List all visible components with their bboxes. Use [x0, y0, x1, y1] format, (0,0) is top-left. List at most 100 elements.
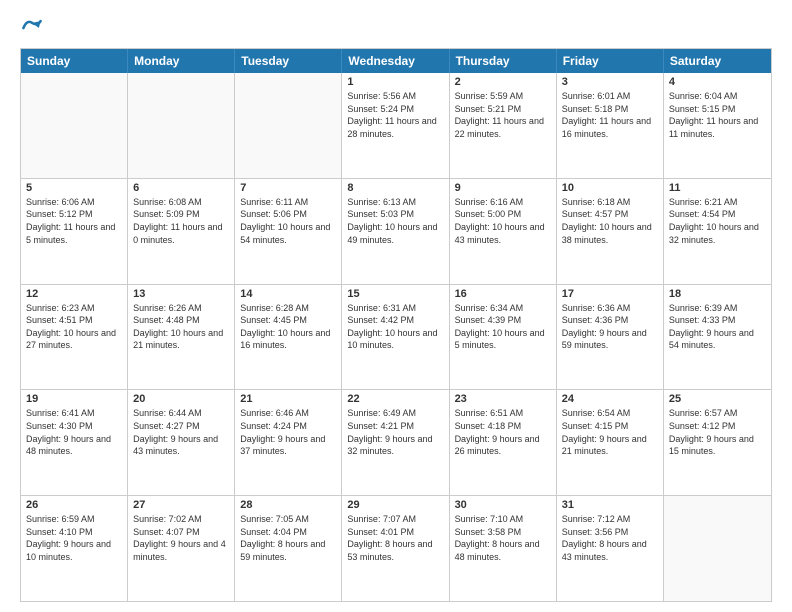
- calendar-cell: 22Sunrise: 6:49 AM Sunset: 4:21 PM Dayli…: [342, 390, 449, 495]
- cell-date: 21: [240, 393, 336, 405]
- calendar-cell: 25Sunrise: 6:57 AM Sunset: 4:12 PM Dayli…: [664, 390, 771, 495]
- calendar-cell: 2 Sunrise: 5:59 AM Sunset: 5:21 PM Daylig…: [450, 73, 557, 178]
- cell-info: Sunrise: 6:34 AM Sunset: 4:39 PM Dayligh…: [455, 302, 551, 352]
- day-header-saturday: Saturday: [664, 49, 771, 73]
- cell-date: 31: [562, 499, 658, 511]
- cell-date: 27: [133, 499, 229, 511]
- cell-date: 17: [562, 288, 658, 300]
- calendar-cell: [235, 73, 342, 178]
- cell-info: Sunrise: 6:04 AM Sunset: 5:15 PM Dayligh…: [669, 90, 766, 140]
- cell-info: Sunrise: 6:39 AM Sunset: 4:33 PM Dayligh…: [669, 302, 766, 352]
- cell-date: 24: [562, 393, 658, 405]
- cell-info: Sunrise: 6:11 AM Sunset: 5:06 PM Dayligh…: [240, 196, 336, 246]
- cell-date: 26: [26, 499, 122, 511]
- cell-date: 30: [455, 499, 551, 511]
- header: [20, 16, 772, 40]
- cell-date: 14: [240, 288, 336, 300]
- day-header-wednesday: Wednesday: [342, 49, 449, 73]
- cell-info: Sunrise: 5:59 AM Sunset: 5:21 PM Dayligh…: [455, 90, 551, 140]
- day-header-tuesday: Tuesday: [235, 49, 342, 73]
- calendar-cell: 6 Sunrise: 6:08 AM Sunset: 5:09 PM Daylig…: [128, 179, 235, 284]
- logo-icon: [20, 16, 44, 40]
- calendar-cell: 26 Sunrise: 6:59 AM Sunset: 4:10 PM Dayli…: [21, 496, 128, 601]
- calendar-cell: 7 Sunrise: 6:11 AM Sunset: 5:06 PM Daylig…: [235, 179, 342, 284]
- calendar-cell: 27 Sunrise: 7:02 AM Sunset: 4:07 PM Dayli…: [128, 496, 235, 601]
- calendar-header: SundayMondayTuesdayWednesdayThursdayFrid…: [21, 49, 771, 73]
- calendar-cell: [664, 496, 771, 601]
- cell-info: Sunrise: 6:44 AM Sunset: 4:27 PM Dayligh…: [133, 407, 229, 457]
- cell-info: Sunrise: 6:36 AM Sunset: 4:36 PM Dayligh…: [562, 302, 658, 352]
- cell-date: 28: [240, 499, 336, 511]
- cell-date: 16: [455, 288, 551, 300]
- cell-date: 3: [562, 76, 658, 88]
- cell-date: 13: [133, 288, 229, 300]
- cell-info: Sunrise: 7:05 AM Sunset: 4:04 PM Dayligh…: [240, 513, 336, 563]
- cell-info: Sunrise: 6:13 AM Sunset: 5:03 PM Dayligh…: [347, 196, 443, 246]
- calendar-cell: 14Sunrise: 6:28 AM Sunset: 4:45 PM Dayli…: [235, 285, 342, 390]
- day-header-thursday: Thursday: [450, 49, 557, 73]
- calendar-cell: 15Sunrise: 6:31 AM Sunset: 4:42 PM Dayli…: [342, 285, 449, 390]
- calendar-cell: 18 Sunrise: 6:39 AM Sunset: 4:33 PM Dayli…: [664, 285, 771, 390]
- cell-date: 9: [455, 182, 551, 194]
- cell-date: 10: [562, 182, 658, 194]
- day-header-friday: Friday: [557, 49, 664, 73]
- cell-info: Sunrise: 7:02 AM Sunset: 4:07 PM Dayligh…: [133, 513, 229, 563]
- calendar-cell: 5Sunrise: 6:06 AM Sunset: 5:12 PM Daylig…: [21, 179, 128, 284]
- calendar-cell: 30 Sunrise: 7:10 AM Sunset: 3:58 PM Dayli…: [450, 496, 557, 601]
- cell-date: 7: [240, 182, 336, 194]
- cell-date: 23: [455, 393, 551, 405]
- calendar-cell: 17 Sunrise: 6:36 AM Sunset: 4:36 PM Dayli…: [557, 285, 664, 390]
- calendar-cell: 12Sunrise: 6:23 AM Sunset: 4:51 PM Dayli…: [21, 285, 128, 390]
- logo: [20, 16, 48, 40]
- cell-date: 29: [347, 499, 443, 511]
- calendar-cell: 9 Sunrise: 6:16 AM Sunset: 5:00 PM Daylig…: [450, 179, 557, 284]
- calendar-cell: 11 Sunrise: 6:21 AM Sunset: 4:54 PM Dayli…: [664, 179, 771, 284]
- calendar-cell: 31 Sunrise: 7:12 AM Sunset: 3:56 PM Dayli…: [557, 496, 664, 601]
- calendar-row-1: 5Sunrise: 6:06 AM Sunset: 5:12 PM Daylig…: [21, 178, 771, 284]
- calendar-row-3: 19Sunrise: 6:41 AM Sunset: 4:30 PM Dayli…: [21, 389, 771, 495]
- calendar: SundayMondayTuesdayWednesdayThursdayFrid…: [20, 48, 772, 602]
- calendar-cell: 19Sunrise: 6:41 AM Sunset: 4:30 PM Dayli…: [21, 390, 128, 495]
- calendar-cell: 3 Sunrise: 6:01 AM Sunset: 5:18 PM Daylig…: [557, 73, 664, 178]
- calendar-row-0: 1Sunrise: 5:56 AM Sunset: 5:24 PM Daylig…: [21, 73, 771, 178]
- cell-info: Sunrise: 6:16 AM Sunset: 5:00 PM Dayligh…: [455, 196, 551, 246]
- cell-info: Sunrise: 6:54 AM Sunset: 4:15 PM Dayligh…: [562, 407, 658, 457]
- cell-info: Sunrise: 6:49 AM Sunset: 4:21 PM Dayligh…: [347, 407, 443, 457]
- cell-info: Sunrise: 6:08 AM Sunset: 5:09 PM Dayligh…: [133, 196, 229, 246]
- cell-info: Sunrise: 6:59 AM Sunset: 4:10 PM Dayligh…: [26, 513, 122, 563]
- cell-info: Sunrise: 6:51 AM Sunset: 4:18 PM Dayligh…: [455, 407, 551, 457]
- calendar-cell: 13 Sunrise: 6:26 AM Sunset: 4:48 PM Dayli…: [128, 285, 235, 390]
- cell-date: 6: [133, 182, 229, 194]
- cell-info: Sunrise: 6:23 AM Sunset: 4:51 PM Dayligh…: [26, 302, 122, 352]
- cell-date: 4: [669, 76, 766, 88]
- calendar-cell: 16 Sunrise: 6:34 AM Sunset: 4:39 PM Dayli…: [450, 285, 557, 390]
- calendar-cell: [128, 73, 235, 178]
- calendar-cell: 28 Sunrise: 7:05 AM Sunset: 4:04 PM Dayli…: [235, 496, 342, 601]
- cell-date: 25: [669, 393, 766, 405]
- calendar-cell: 21 Sunrise: 6:46 AM Sunset: 4:24 PM Dayli…: [235, 390, 342, 495]
- cell-date: 1: [347, 76, 443, 88]
- cell-date: 5: [26, 182, 122, 194]
- page: SundayMondayTuesdayWednesdayThursdayFrid…: [0, 0, 792, 612]
- calendar-cell: 8 Sunrise: 6:13 AM Sunset: 5:03 PM Daylig…: [342, 179, 449, 284]
- calendar-cell: 4 Sunrise: 6:04 AM Sunset: 5:15 PM Daylig…: [664, 73, 771, 178]
- cell-date: 19: [26, 393, 122, 405]
- cell-info: Sunrise: 7:12 AM Sunset: 3:56 PM Dayligh…: [562, 513, 658, 563]
- calendar-cell: [21, 73, 128, 178]
- cell-date: 8: [347, 182, 443, 194]
- cell-info: Sunrise: 6:46 AM Sunset: 4:24 PM Dayligh…: [240, 407, 336, 457]
- calendar-row-4: 26 Sunrise: 6:59 AM Sunset: 4:10 PM Dayli…: [21, 495, 771, 601]
- calendar-cell: 23 Sunrise: 6:51 AM Sunset: 4:18 PM Dayli…: [450, 390, 557, 495]
- cell-info: Sunrise: 6:01 AM Sunset: 5:18 PM Dayligh…: [562, 90, 658, 140]
- cell-date: 11: [669, 182, 766, 194]
- cell-info: Sunrise: 6:21 AM Sunset: 4:54 PM Dayligh…: [669, 196, 766, 246]
- cell-date: 15: [347, 288, 443, 300]
- cell-info: Sunrise: 6:26 AM Sunset: 4:48 PM Dayligh…: [133, 302, 229, 352]
- cell-date: 2: [455, 76, 551, 88]
- cell-date: 18: [669, 288, 766, 300]
- calendar-cell: 20 Sunrise: 6:44 AM Sunset: 4:27 PM Dayli…: [128, 390, 235, 495]
- calendar-row-2: 12Sunrise: 6:23 AM Sunset: 4:51 PM Dayli…: [21, 284, 771, 390]
- cell-date: 20: [133, 393, 229, 405]
- calendar-body: 1Sunrise: 5:56 AM Sunset: 5:24 PM Daylig…: [21, 73, 771, 601]
- cell-info: Sunrise: 7:10 AM Sunset: 3:58 PM Dayligh…: [455, 513, 551, 563]
